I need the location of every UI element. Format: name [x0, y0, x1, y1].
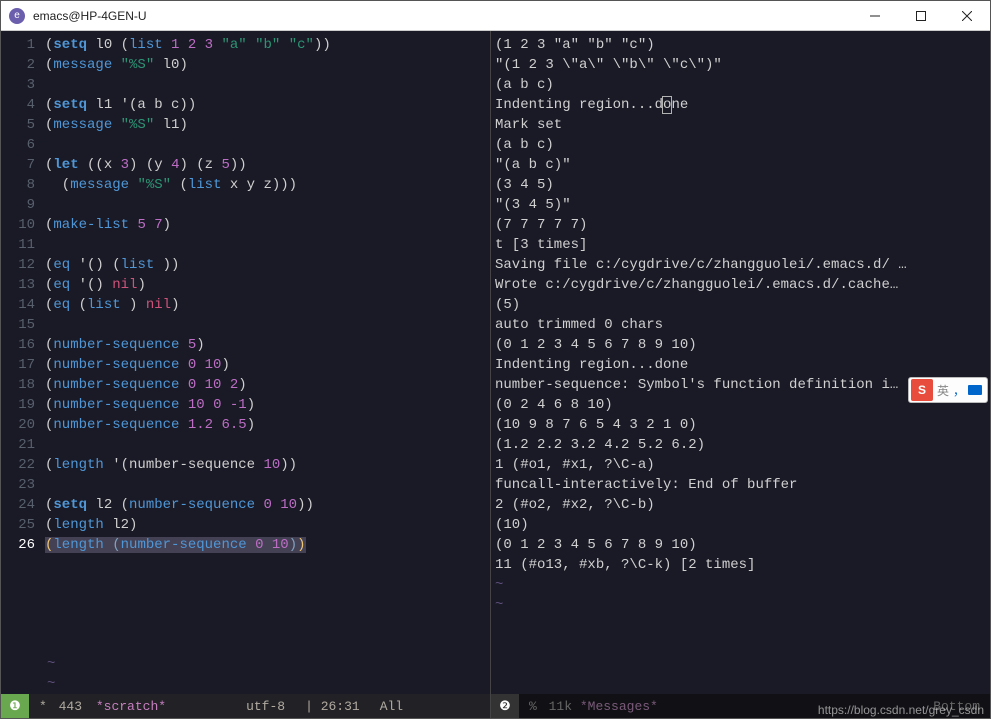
encoding: utf-8 [236, 699, 295, 714]
message-line: Mark set [495, 115, 990, 135]
messages-text[interactable]: (1 2 3 "a" "b" "c")"(1 2 3 \"a\" \"b\" \… [491, 35, 990, 694]
code-line[interactable]: (number-sequence 10 0 -1) [45, 395, 490, 415]
code-line[interactable]: (eq (list ) nil) [45, 295, 490, 315]
message-line: "(a b c)" [495, 155, 990, 175]
scratch-buffer[interactable]: 1234567891011121314151617181920212223242… [1, 31, 490, 654]
message-line: (1 2 3 "a" "b" "c") [495, 35, 990, 55]
modeline-right[interactable]: ❷ % 11k *Messages* Bottom [491, 694, 990, 718]
code-line[interactable] [45, 435, 490, 455]
window-title: emacs@HP-4GEN-U [33, 9, 852, 23]
code-line[interactable]: (number-sequence 0 10) [45, 355, 490, 375]
ime-lang: 英 [937, 382, 949, 399]
emacs-window: e emacs@HP-4GEN-U 1234567891011121314151… [0, 0, 991, 719]
code-line[interactable] [45, 195, 490, 215]
message-line: (a b c) [495, 75, 990, 95]
message-line: (0 1 2 3 4 5 6 7 8 9 10) [495, 335, 990, 355]
code-line[interactable]: (number-sequence 5) [45, 335, 490, 355]
code-line[interactable]: (setq l1 '(a b c)) [45, 95, 490, 115]
ime-comma-icon: ， [953, 382, 965, 399]
code-line[interactable] [45, 475, 490, 495]
message-line: Indenting region...done [495, 95, 990, 115]
code-line[interactable]: (setq l2 (number-sequence 0 10)) [45, 495, 490, 515]
message-line: Wrote c:/cygdrive/c/zhangguolei/.emacs.d… [495, 275, 990, 295]
message-line: Indenting region...done [495, 355, 990, 375]
minimize-button[interactable] [852, 1, 898, 31]
code-line[interactable]: (number-sequence 1.2 6.5) [45, 415, 490, 435]
left-pane: 1234567891011121314151617181920212223242… [1, 31, 491, 718]
code-line[interactable]: (message "%S" l1) [45, 115, 490, 135]
ime-keyboard-icon [968, 385, 982, 395]
code-line[interactable] [45, 315, 490, 335]
message-line: (5) [495, 295, 990, 315]
message-line: (10) [495, 515, 990, 535]
code-line[interactable]: (setq l0 (list 1 2 3 "a" "b" "c")) [45, 35, 490, 55]
close-button[interactable] [944, 1, 990, 31]
buffer-status: * 443 *scratch* [29, 699, 176, 714]
code-line[interactable]: (number-sequence 0 10 2) [45, 375, 490, 395]
ime-indicator[interactable]: S 英 ， [908, 377, 988, 403]
emacs-icon: e [9, 8, 25, 24]
editor-area: 1234567891011121314151617181920212223242… [1, 31, 990, 718]
scroll-indicator: All [370, 699, 413, 714]
code-line[interactable]: (length '(number-sequence 10)) [45, 455, 490, 475]
window-number-badge: ❶ [1, 694, 29, 718]
message-line: auto trimmed 0 chars [495, 315, 990, 335]
buffer-name: *Messages* [580, 699, 658, 714]
window-number-badge: ❷ [491, 694, 519, 718]
message-line: (0 1 2 3 4 5 6 7 8 9 10) [495, 535, 990, 555]
message-line: 1 (#o1, #x1, ?\C-a) [495, 455, 990, 475]
right-pane: (1 2 3 "a" "b" "c")"(1 2 3 \"a\" \"b\" \… [491, 31, 990, 718]
code-line[interactable]: (length l2) [45, 515, 490, 535]
code-line[interactable]: (make-list 5 7) [45, 215, 490, 235]
message-line: Saving file c:/cygdrive/c/zhangguolei/.e… [495, 255, 990, 275]
code-line[interactable]: (message "%S" (list x y z))) [45, 175, 490, 195]
code-line[interactable]: (let ((x 3) (y 4) (z 5)) [45, 155, 490, 175]
message-line: (a b c) [495, 135, 990, 155]
code-line[interactable] [45, 135, 490, 155]
code-line[interactable]: (message "%S" l0) [45, 55, 490, 75]
buffer-name: *scratch* [96, 699, 166, 714]
buffer-status: % 11k *Messages* [519, 699, 668, 714]
code-line[interactable] [45, 235, 490, 255]
ime-s-icon: S [911, 379, 933, 401]
message-line: "(3 4 5)" [495, 195, 990, 215]
message-line: (7 7 7 7 7) [495, 215, 990, 235]
message-line: 2 (#o2, #x2, ?\C-b) [495, 495, 990, 515]
message-line: funcall-interactively: End of buffer [495, 475, 990, 495]
modeline-left[interactable]: ❶ * 443 *scratch* utf-8 | 26:31 All [1, 694, 490, 718]
code-text[interactable]: (setq l0 (list 1 2 3 "a" "b" "c"))(messa… [45, 35, 490, 654]
message-line: "(1 2 3 \"a\" \"b\" \"c\")" [495, 55, 990, 75]
message-line: (10 9 8 7 6 5 4 3 2 1 0) [495, 415, 990, 435]
cursor-position: | 26:31 [295, 699, 370, 714]
maximize-button[interactable] [898, 1, 944, 31]
scroll-indicator: Bottom [933, 699, 990, 714]
message-line: (1.2 2.2 3.2 4.2 5.2 6.2) [495, 435, 990, 455]
code-line[interactable] [45, 75, 490, 95]
code-line[interactable]: (length (number-sequence 0 10)) [45, 535, 490, 555]
messages-buffer[interactable]: (1 2 3 "a" "b" "c")"(1 2 3 \"a\" \"b\" \… [491, 31, 990, 694]
message-line: (3 4 5) [495, 175, 990, 195]
code-line[interactable]: (eq '() (list )) [45, 255, 490, 275]
titlebar[interactable]: e emacs@HP-4GEN-U [1, 1, 990, 31]
message-line: 11 (#o13, #xb, ?\C-k) [2 times] [495, 555, 990, 575]
code-line[interactable]: (eq '() nil) [45, 275, 490, 295]
message-line: t [3 times] [495, 235, 990, 255]
